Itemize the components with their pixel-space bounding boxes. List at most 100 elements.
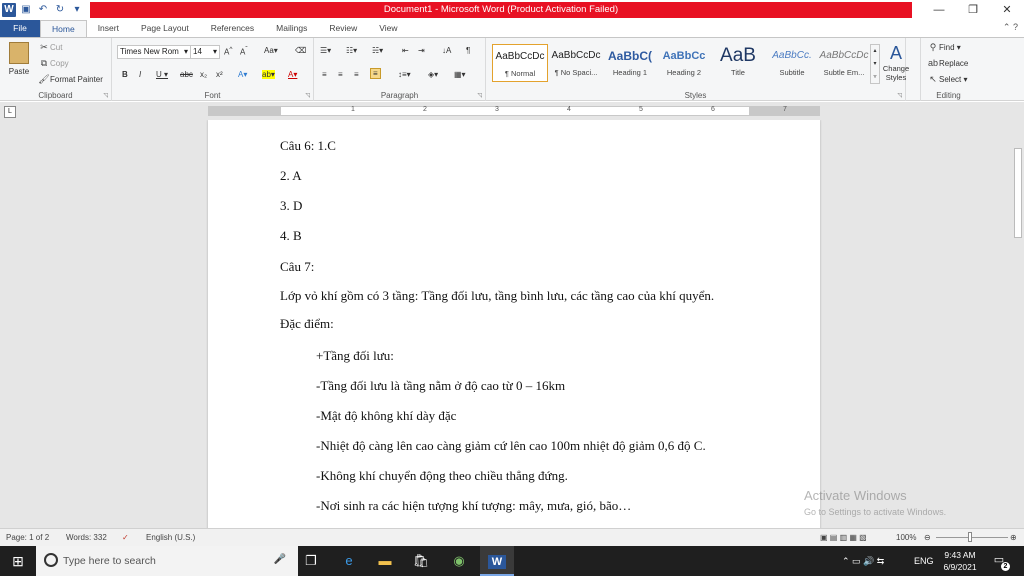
style-heading-1[interactable]: AaBbC(Heading 1: [602, 44, 658, 82]
tab-insert[interactable]: Insert: [87, 20, 130, 37]
tab-review[interactable]: Review: [318, 20, 368, 37]
strikethrough-button[interactable]: abc: [180, 70, 193, 79]
minimize-ribbon-icon[interactable]: ⌃: [1003, 22, 1011, 32]
format-painter-button[interactable]: 🖌Format Painter: [38, 74, 103, 85]
sort-button[interactable]: ↓A: [442, 46, 451, 55]
styles-scroll[interactable]: ▴ ▾ ▿: [870, 44, 880, 84]
word-count[interactable]: Words: 332: [66, 533, 107, 542]
zoom-in-icon[interactable]: ⊕: [1010, 533, 1017, 542]
highlight-button[interactable]: ab▾: [262, 70, 275, 79]
text-effects-button[interactable]: A▾: [238, 70, 247, 79]
grow-font-button[interactable]: A^: [224, 46, 232, 57]
justify-button[interactable]: ≡: [370, 68, 381, 79]
underline-button[interactable]: U ▾: [156, 70, 168, 79]
select-button[interactable]: ↖ Select ▾: [927, 74, 967, 85]
shading-button[interactable]: ◈▾: [428, 70, 438, 79]
tab-view[interactable]: View: [368, 20, 408, 37]
save-icon[interactable]: ▣: [19, 3, 33, 17]
paste-button[interactable]: Paste: [6, 42, 32, 82]
align-center-button[interactable]: ≡: [338, 70, 343, 79]
paragraph[interactable]: Câu 7:: [280, 259, 314, 275]
align-left-button[interactable]: ≡: [322, 70, 327, 79]
help-icon[interactable]: ?: [1013, 22, 1018, 32]
font-color-button[interactable]: A▾: [288, 70, 297, 79]
superscript-button[interactable]: x²: [216, 70, 223, 79]
file-explorer-icon[interactable]: ▬: [374, 551, 396, 571]
scrollbar-thumb[interactable]: [1014, 148, 1022, 238]
find-button[interactable]: ⚲ Find ▾: [927, 42, 961, 53]
change-case-button[interactable]: Aa▾: [264, 46, 278, 55]
zoom-slider-thumb[interactable]: [968, 532, 972, 542]
paragraph[interactable]: +Tầng đối lưu:: [316, 348, 394, 364]
paragraph[interactable]: -Nơi sinh ra các hiện tượng khí tượng: m…: [316, 498, 631, 514]
view-buttons[interactable]: ▣ ▤ ▥ ▦ ▧: [820, 533, 867, 542]
paragraph[interactable]: -Nhiệt độ càng lên cao càng giảm cứ lên …: [316, 438, 706, 454]
customize-qat-icon[interactable]: ▾: [70, 3, 84, 17]
paragraph[interactable]: 4. B: [280, 228, 302, 244]
style-no-spacing[interactable]: AaBbCcDc ¶ No Spaci...: [548, 44, 604, 82]
show-marks-button[interactable]: ¶: [466, 46, 470, 55]
copy-button[interactable]: ⧉ Copy: [38, 58, 69, 69]
minimize-button[interactable]: —: [922, 0, 956, 20]
proofing-icon[interactable]: ✓: [122, 533, 129, 542]
paragraph[interactable]: -Mật độ không khí dày đặc: [316, 408, 456, 424]
microphone-icon[interactable]: 🎤: [274, 554, 286, 565]
style-title[interactable]: AaB Title: [710, 44, 766, 82]
app-icon[interactable]: ◉: [448, 551, 470, 571]
numbering-button[interactable]: ☷▾: [346, 46, 357, 55]
undo-icon[interactable]: ↶: [36, 3, 50, 17]
style-heading-2[interactable]: AaBbCc Heading 2: [656, 44, 712, 82]
tab-page-layout[interactable]: Page Layout: [130, 20, 200, 37]
input-language[interactable]: ENG: [914, 546, 934, 576]
style-subtitle[interactable]: AaBbCc. Subtitle: [764, 44, 820, 82]
paragraph[interactable]: Đặc điểm:: [280, 316, 334, 332]
tab-file[interactable]: File: [0, 20, 40, 37]
italic-button[interactable]: I: [139, 70, 141, 79]
dialog-launcher-icon[interactable]: ◹: [897, 92, 902, 99]
dialog-launcher-icon[interactable]: ◹: [103, 92, 108, 99]
restore-button[interactable]: ❐: [956, 0, 990, 20]
redo-icon[interactable]: ↻: [53, 3, 67, 17]
tray-icons[interactable]: ⌃ ▭ 🔊 ⇆: [842, 546, 884, 576]
bold-button[interactable]: B: [122, 70, 128, 79]
multilevel-list-button[interactable]: ☵▾: [372, 46, 383, 55]
font-name-select[interactable]: Times New Rom ▾: [117, 45, 191, 59]
page-count[interactable]: Page: 1 of 2: [6, 533, 49, 542]
zoom-out-icon[interactable]: ⊖: [924, 533, 931, 542]
paragraph[interactable]: 2. A: [280, 168, 302, 184]
close-button[interactable]: ✕: [990, 0, 1024, 20]
word-taskbar-icon[interactable]: W: [480, 546, 514, 576]
taskbar-search[interactable]: Type here to search 🎤: [36, 546, 298, 576]
tab-selector[interactable]: L: [4, 106, 16, 118]
windows-start-icon[interactable]: ⊞: [0, 546, 36, 576]
paragraph[interactable]: -Không khí chuyển động theo chiều thẳng …: [316, 468, 568, 484]
paragraph[interactable]: Câu 6: 1.C: [280, 138, 336, 154]
borders-button[interactable]: ▦▾: [454, 70, 466, 79]
paragraph[interactable]: Lớp vỏ khí gồm có 3 tầng: Tầng đối lưu, …: [280, 288, 714, 304]
edge-icon[interactable]: e: [338, 551, 360, 571]
line-spacing-button[interactable]: ↕≡▾: [398, 70, 411, 79]
horizontal-ruler[interactable]: 1 2 3 4 5 6 7: [208, 106, 820, 116]
style-normal[interactable]: AaBbCcDc ¶ Normal: [492, 44, 548, 82]
dialog-launcher-icon[interactable]: ◹: [477, 92, 482, 99]
zoom-level[interactable]: 100%: [896, 533, 916, 542]
decrease-indent-button[interactable]: ⇤: [402, 46, 409, 55]
style-subtle-emphasis[interactable]: AaBbCcDc Subtle Em...: [816, 44, 872, 82]
cut-button[interactable]: ✂ Cut: [38, 42, 62, 53]
change-styles-button[interactable]: A Change Styles: [882, 42, 910, 82]
align-right-button[interactable]: ≡: [354, 70, 359, 79]
notification-icon[interactable]: ▭ 2: [990, 553, 1010, 571]
tab-home[interactable]: Home: [40, 20, 87, 37]
store-icon[interactable]: 🛍: [410, 551, 432, 571]
bullets-button[interactable]: ☰▾: [320, 46, 331, 55]
subscript-button[interactable]: x₂: [200, 70, 207, 79]
shrink-font-button[interactable]: Aˇ: [240, 46, 248, 57]
task-view-icon[interactable]: ❐: [300, 551, 322, 571]
vertical-scrollbar[interactable]: [1012, 102, 1024, 528]
language-status[interactable]: English (U.S.): [146, 533, 195, 542]
font-size-select[interactable]: 14 ▾: [190, 45, 220, 59]
dialog-launcher-icon[interactable]: ◹: [305, 92, 310, 99]
clear-format-icon[interactable]: ⌫: [295, 46, 306, 55]
paragraph[interactable]: -Tầng đối lưu là tầng nằm ở độ cao từ 0 …: [316, 378, 565, 394]
zoom-slider[interactable]: [936, 537, 1008, 538]
